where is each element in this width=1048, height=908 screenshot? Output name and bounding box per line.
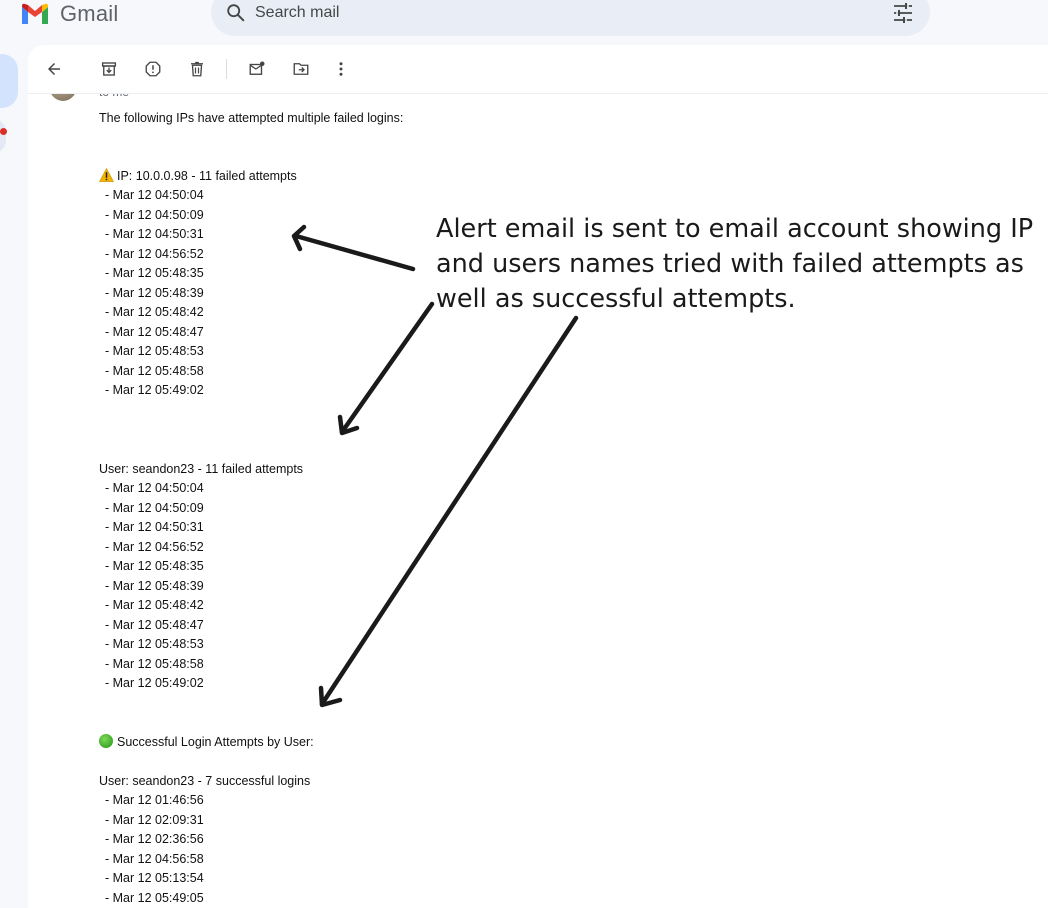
- gmail-logo[interactable]: Gmail: [20, 0, 118, 28]
- mark-unread-button[interactable]: [245, 57, 269, 81]
- gmail-window: Gmail Search mail The following IPs have…: [0, 0, 1048, 908]
- annotation-line: well as successful attempts.: [436, 284, 796, 314]
- timestamp-entry: - Mar 12 04:56:52: [105, 246, 204, 261]
- annotation-text: Alert email is sent to email account sho…: [436, 212, 1036, 317]
- search-icon[interactable]: [225, 2, 247, 24]
- timestamp-entry: - Mar 12 05:48:42: [105, 305, 204, 319]
- mark-unread-icon: [249, 61, 265, 75]
- timestamp-entry: - Mar 12 05:48:58: [105, 656, 204, 671]
- timestamp-entry: - Mar 12 05:49:05: [105, 890, 204, 905]
- annotation-line: and users names tried with failed attemp…: [436, 249, 1024, 279]
- timestamp-entry: - Mar 12 05:48:58: [105, 363, 204, 378]
- success-title-text: Successful Login Attempts by User:: [117, 735, 314, 749]
- timestamp-entry: - Mar 12 05:49:02: [105, 676, 204, 690]
- toolbar-divider: [226, 59, 227, 79]
- timestamp-entry: - Mar 12 05:48:53: [105, 637, 204, 651]
- gmail-m-icon: [22, 3, 48, 24]
- move-to-button[interactable]: [289, 57, 313, 81]
- delete-button[interactable]: [185, 57, 209, 81]
- timestamp-entry: - Mar 12 04:50:09: [105, 207, 204, 222]
- timestamp-entry: - Mar 12 05:48:47: [105, 617, 204, 632]
- timestamp-entry: - Mar 12 05:48:35: [105, 266, 204, 280]
- archive-icon: [101, 62, 117, 76]
- message-toolbar: [28, 45, 1048, 94]
- timestamp-entry: - Mar 12 05:48:35: [105, 559, 204, 573]
- move-to-icon: [293, 63, 309, 75]
- nav-item-active[interactable]: [0, 54, 18, 108]
- delete-icon: [191, 61, 203, 77]
- intro-text: The following IPs have attempted multipl…: [99, 111, 404, 125]
- timestamp-entry: - Mar 12 02:36:56: [105, 832, 204, 846]
- timestamp-entry: - Mar 12 04:56:58: [105, 851, 204, 866]
- ip-heading: IP: 10.0.0.98 - 11 failed attempts: [99, 168, 297, 184]
- timestamp-entry: - Mar 12 05:13:54: [105, 871, 204, 885]
- report-spam-icon: [145, 61, 161, 77]
- warning-icon: [99, 168, 114, 182]
- timestamp-entry: - Mar 12 05:48:39: [105, 285, 204, 300]
- timestamp-entry: - Mar 12 05:48:53: [105, 344, 204, 358]
- archive-button[interactable]: [97, 57, 121, 81]
- timestamp-entry: - Mar 12 05:48:39: [105, 578, 204, 593]
- timestamp-entry: - Mar 12 01:46:56: [105, 793, 204, 807]
- search-input[interactable]: [255, 1, 855, 25]
- green-circle-icon: [99, 734, 113, 748]
- ip-heading-text: IP: 10.0.0.98 - 11 failed attempts: [117, 169, 297, 183]
- success-heading: User: seandon23 - 7 successful logins: [99, 774, 311, 788]
- search-bar[interactable]: [211, 0, 930, 36]
- user-heading: User: seandon23 - 11 failed attempts: [99, 462, 304, 476]
- timestamp-entry: - Mar 12 04:50:31: [105, 520, 204, 534]
- report-spam-button[interactable]: [141, 57, 165, 81]
- timestamp-entry: - Mar 12 04:50:04: [105, 188, 204, 202]
- more-options-button[interactable]: [329, 57, 353, 81]
- gmail-wordmark: Gmail: [60, 1, 119, 26]
- timestamp-entry: - Mar 12 04:50:09: [105, 500, 204, 515]
- timestamp-entry: - Mar 12 05:49:02: [105, 383, 204, 397]
- timestamp-entry: - Mar 12 05:48:42: [105, 598, 204, 612]
- timestamp-entry: - Mar 12 04:56:52: [105, 539, 204, 554]
- success-title: Successful Login Attempts by User:: [99, 734, 314, 750]
- nav-item[interactable]: [0, 118, 6, 154]
- timestamp-entry: - Mar 12 02:09:31: [105, 812, 204, 827]
- back-button[interactable]: [42, 57, 66, 81]
- tune-icon[interactable]: [891, 1, 915, 25]
- arrow-back-icon: [48, 63, 60, 75]
- message-view: to me The following IPs have attempted m…: [28, 45, 1048, 908]
- timestamp-entry: - Mar 12 04:50:04: [105, 481, 204, 495]
- unread-indicator: [0, 128, 7, 135]
- more-vert-icon: [339, 62, 343, 76]
- timestamp-entry: - Mar 12 05:48:47: [105, 324, 204, 339]
- annotation-line: Alert email is sent to email account sho…: [436, 214, 1034, 244]
- timestamp-entry: - Mar 12 04:50:31: [105, 227, 204, 241]
